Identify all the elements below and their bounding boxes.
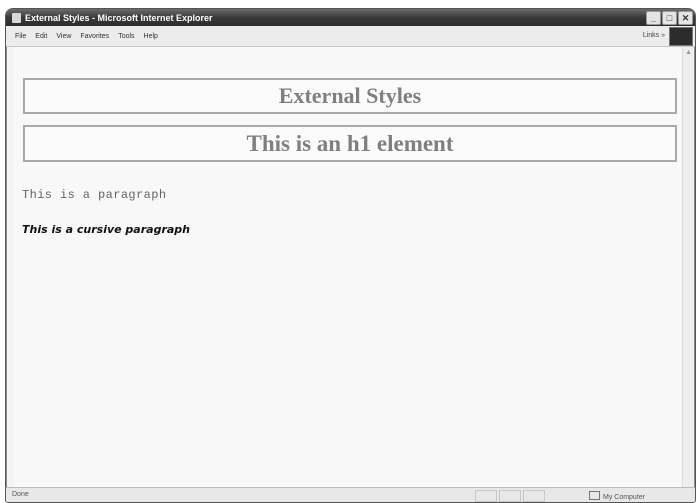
status-panes <box>475 490 545 502</box>
status-pane <box>499 490 521 502</box>
vertical-scrollbar[interactable] <box>682 47 693 488</box>
h1-element: This is an h1 element <box>23 125 677 162</box>
menu-tools[interactable]: Tools <box>118 33 134 40</box>
title-bar[interactable]: External Styles - Microsoft Internet Exp… <box>6 9 695 26</box>
zone-label: My Computer <box>602 494 645 501</box>
security-zone: My Computer <box>588 491 645 501</box>
menu-bar: File Edit View Favorites Tools Help Link… <box>6 26 695 47</box>
ie-page-icon <box>12 12 21 23</box>
menu-file[interactable]: File <box>15 33 26 40</box>
menu-favorites[interactable]: Favorites <box>80 33 109 40</box>
menu-help[interactable]: Help <box>144 33 158 40</box>
status-pane <box>523 490 545 502</box>
windows-logo-icon <box>669 27 693 46</box>
maximize-button[interactable]: □ <box>662 11 677 25</box>
browser-window: External Styles - Microsoft Internet Exp… <box>5 8 696 503</box>
status-pane <box>475 490 497 502</box>
window-title: External Styles - Microsoft Internet Exp… <box>25 12 213 23</box>
cursive-paragraph: This is a cursive paragraph <box>22 223 191 236</box>
status-bar: Done My Computer <box>6 487 695 502</box>
links-toolbar[interactable]: Links » <box>643 32 665 39</box>
minimize-button[interactable]: _ <box>646 11 661 25</box>
status-text: Done <box>12 491 29 498</box>
computer-icon <box>588 491 600 500</box>
scroll-up-icon[interactable]: ▲ <box>685 49 692 56</box>
close-button[interactable]: ✕ <box>678 11 693 25</box>
paragraph: This is a paragraph <box>22 188 167 202</box>
external-styles-heading: External Styles <box>23 78 677 114</box>
menu-edit[interactable]: Edit <box>35 33 47 40</box>
page-content: External Styles This is an h1 element Th… <box>13 47 681 488</box>
window-controls: _ □ ✕ <box>646 11 693 25</box>
menu-view[interactable]: View <box>56 33 71 40</box>
